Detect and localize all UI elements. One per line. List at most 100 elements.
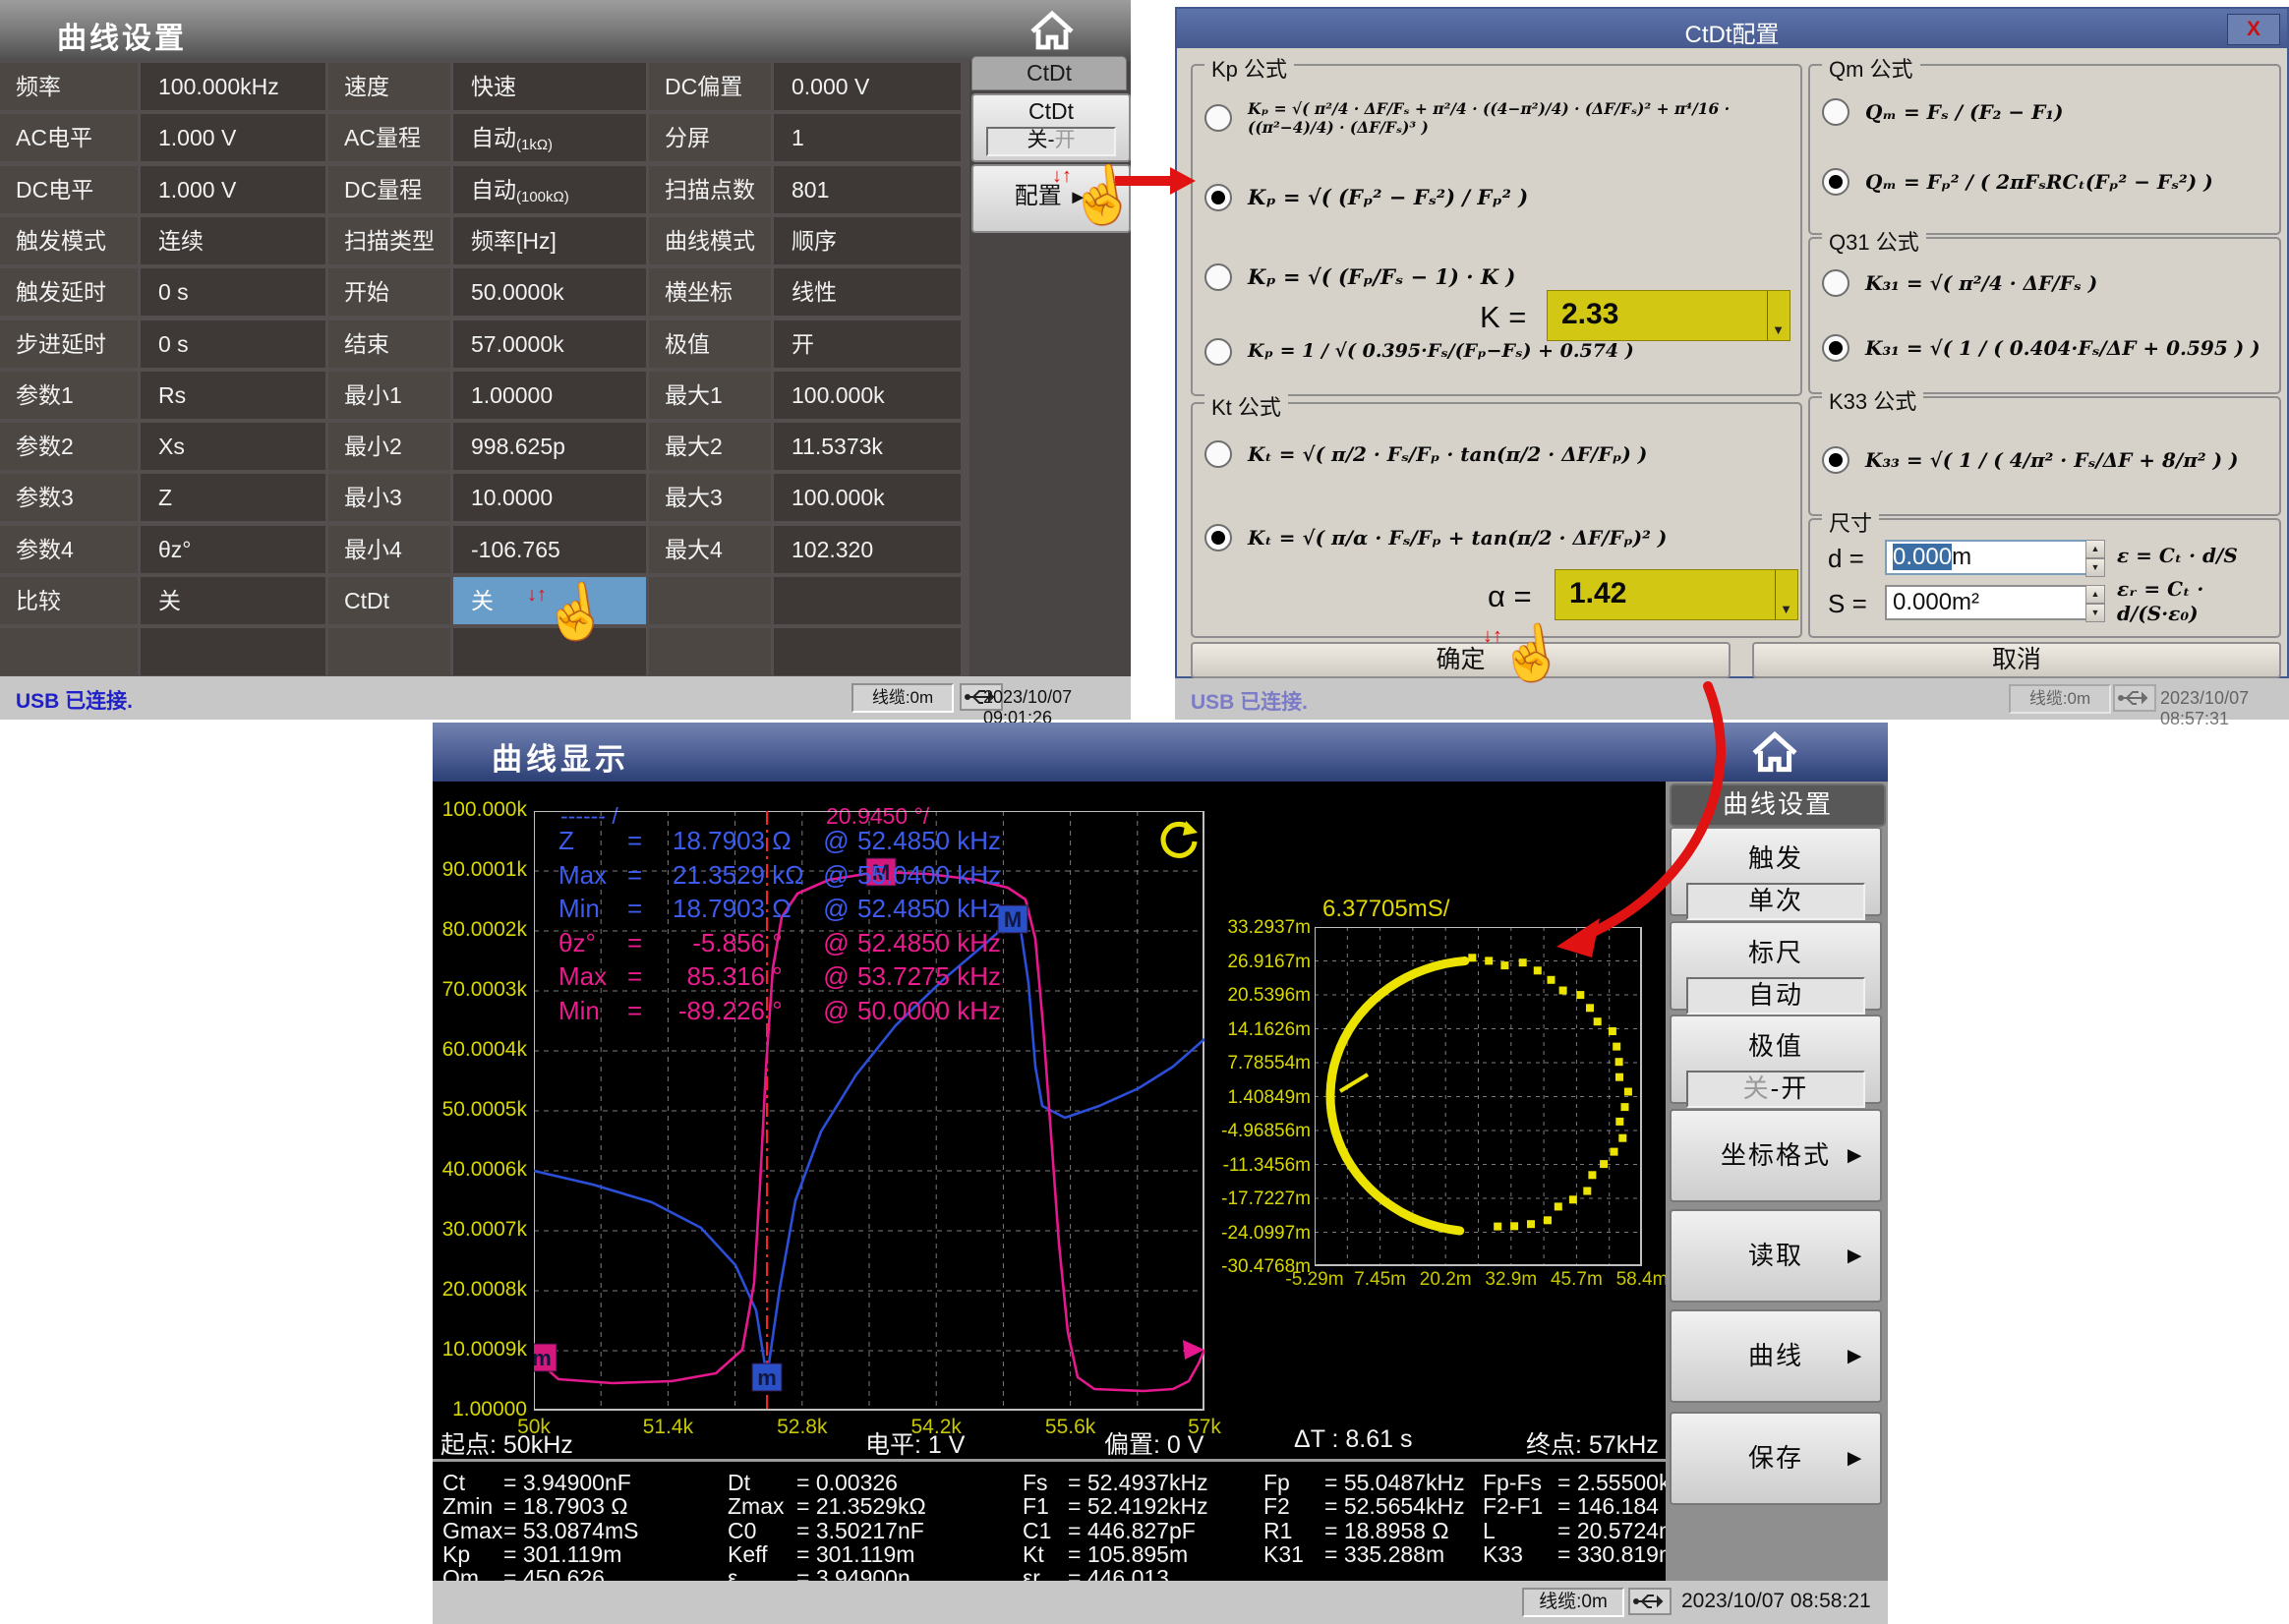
k33-formula-option[interactable]: K₃₃ = √( 1 / ( 4/π² · Fₛ/ΔF + 8/π² ) )	[1822, 426, 2262, 494]
setting-value-cell[interactable]: 线性	[774, 268, 961, 316]
s-input[interactable]: 0.000m²	[1885, 585, 2089, 620]
qm-formula-option[interactable]: Qₘ = Fₚ² / ( 2πFₛRCₜ(Fₚ² − Fₛ²) )	[1822, 148, 2262, 215]
curve-display-screen: 曲线显示 ------ / 20.9450 °/ 100.000k90.0001…	[433, 723, 1888, 1624]
setting-value-cell[interactable]: Z	[141, 474, 325, 521]
sidebar-toggle-3[interactable]: 极值关-开	[1670, 1015, 1882, 1104]
sidebar-toggle-2[interactable]: 标尺自动	[1670, 921, 1882, 1011]
s-stepper[interactable]: ▲▼	[2085, 585, 2105, 620]
setting-value-cell[interactable]: 1.00000	[453, 372, 646, 419]
dialog-titlebar: CtDt配置 X	[1177, 9, 2287, 48]
setting-value-cell[interactable]: 801	[774, 166, 961, 213]
setting-value-cell[interactable]	[774, 577, 961, 624]
setting-value-cell[interactable]: θz°	[141, 526, 325, 573]
setting-value-cell[interactable]: 连续	[141, 217, 325, 264]
result-name: Kp	[442, 1541, 503, 1568]
setting-value-cell[interactable]: 1	[774, 114, 961, 161]
data-point	[1615, 1073, 1623, 1081]
setting-label	[649, 628, 771, 675]
radio-button[interactable]	[1204, 524, 1232, 551]
chevron-down-icon: ▼	[1772, 307, 1785, 354]
setting-value-cell[interactable]: 开	[774, 320, 961, 368]
setting-value-cell[interactable]: 102.320	[774, 526, 961, 573]
result-value: = 21.3529kΩ	[796, 1493, 926, 1519]
home-icon[interactable]	[1028, 10, 1076, 53]
sidebar-menu-坐标格式[interactable]: 坐标格式►	[1670, 1109, 1882, 1202]
setting-value-cell[interactable]	[453, 628, 646, 675]
radio-button[interactable]	[1822, 98, 1849, 126]
setting-value-cell[interactable]: -106.765	[453, 526, 646, 573]
setting-value-cell[interactable]: Rs	[141, 372, 325, 419]
sidebar-menu-曲线[interactable]: 曲线►	[1670, 1309, 1882, 1403]
status-bar: USB 已连接. 线缆:0m 2023/10/07 09:01:26	[0, 676, 1131, 720]
ctdt-toggle-button[interactable]: CtDt 关-开	[971, 93, 1131, 162]
result-cell: Ct= 3.94900nF	[442, 1470, 631, 1496]
radio-button[interactable]	[1822, 334, 1849, 362]
setting-value-cell[interactable]: 100.000kHz	[141, 63, 325, 110]
setting-value-cell[interactable]: 快速	[453, 63, 646, 110]
ok-button[interactable]: 确定	[1191, 642, 1731, 678]
kp-formula-option[interactable]: Kₚ = √( (Fₚ² − Fₛ²) / Fₚ² )	[1204, 162, 1776, 233]
epsilon-r-formula: εᵣ = Cₜ · d/(S·ε₀)	[2117, 577, 2279, 626]
sidebar-item-curve-settings[interactable]: 曲线设置	[1670, 783, 1886, 827]
setting-value-cell[interactable]: 998.625p	[453, 423, 646, 470]
data-point	[1576, 991, 1584, 999]
clock-text: 2023/10/07 08:58:21	[1681, 1590, 1871, 1613]
setting-value-cell[interactable]: 自动(1kΩ)	[453, 114, 646, 161]
result-name: R1	[1263, 1518, 1324, 1544]
setting-value-cell[interactable]: 1.000 V	[141, 114, 325, 161]
setting-value-cell[interactable]: Xs	[141, 423, 325, 470]
radio-button[interactable]	[1822, 168, 1849, 196]
result-value: = 330.819m	[1557, 1541, 1677, 1567]
setting-value-cell[interactable]: 10.0000	[453, 474, 646, 521]
d-input[interactable]: 0.000m	[1885, 540, 2089, 575]
setting-value-cell[interactable]: 0.000 V	[774, 63, 961, 110]
setting-value-cell[interactable]: 50.0000k	[453, 268, 646, 316]
d-stepper[interactable]: ▲▼	[2085, 540, 2105, 575]
cancel-button[interactable]: 取消	[1752, 642, 2281, 678]
radio-button[interactable]	[1204, 440, 1232, 468]
unit-subscript: (100kΩ)	[516, 189, 569, 205]
q31-formula-option[interactable]: K₃₁ = √( π²/4 · ΔF/Fₛ )	[1822, 257, 2262, 310]
kp-formula-option[interactable]: Kₚ = √( π²/4 · ΔF/Fₛ + π²/4 · ((4−π²)/4)…	[1204, 82, 1776, 154]
formula-text: Qₘ = Fₛ / (F₂ − F₁)	[1865, 100, 2064, 125]
setting-value-cell[interactable]	[774, 628, 961, 675]
radio-button[interactable]	[1204, 184, 1232, 211]
data-point	[1594, 1017, 1602, 1025]
radio-button[interactable]	[1822, 269, 1849, 297]
setting-value-cell[interactable]: 关	[141, 577, 325, 624]
setting-value-cell[interactable]: 自动(100kΩ)	[453, 166, 646, 213]
sidebar-menu-读取[interactable]: 读取►	[1670, 1209, 1882, 1303]
close-icon[interactable]: X	[2227, 14, 2280, 45]
data-point	[1548, 976, 1555, 984]
setting-value-cell[interactable]: 100.000k	[774, 474, 961, 521]
setting-value-cell[interactable]: 频率[Hz]	[453, 217, 646, 264]
setting-value-cell[interactable]: 100.000k	[774, 372, 961, 419]
setting-value-cell[interactable]: 0 s	[141, 268, 325, 316]
radio-button[interactable]	[1822, 446, 1849, 474]
alpha-coefficient-combobox[interactable]: 1.42▼	[1555, 569, 1798, 620]
q31-formula-option[interactable]: K₃₁ = √( 1 / ( 0.404·Fₛ/ΔF + 0.595 ) )	[1822, 316, 2262, 380]
home-icon[interactable]	[1750, 730, 1799, 776]
setting-value-cell[interactable]: 11.5373k	[774, 423, 961, 470]
radio-button[interactable]	[1204, 263, 1232, 291]
kt-formula-option[interactable]: Kₜ = √( π/α · Fₛ/Fₚ + tan(π/2 · ΔF/Fₚ)² …	[1204, 500, 1776, 575]
setting-label: CtDt	[328, 577, 450, 624]
setting-label: 曲线模式	[649, 217, 771, 264]
clock-text: 2023/10/07 08:57:31	[2160, 688, 2289, 729]
config-button[interactable]: 配置 ►	[971, 164, 1131, 233]
k-coefficient-combobox[interactable]: 2.33▼	[1547, 290, 1790, 341]
kt-formula-option[interactable]: Kₜ = √( π/2 · Fₛ/Fₚ · tan(π/2 · ΔF/Fₚ) )	[1204, 422, 1776, 487]
setting-value-cell[interactable]: 0 s	[141, 320, 325, 368]
setting-value-cell[interactable]: 1.000 V	[141, 166, 325, 213]
sidebar-menu-保存[interactable]: 保存►	[1670, 1412, 1882, 1505]
setting-value-cell[interactable]: 57.0000k	[453, 320, 646, 368]
setting-value-cell[interactable]	[141, 628, 325, 675]
sidebar-toggle-1[interactable]: 触发单次	[1670, 827, 1882, 916]
setting-value-cell[interactable]: 关	[453, 577, 646, 624]
qm-formula-option[interactable]: Qₘ = Fₛ / (F₂ − F₁)	[1822, 86, 2262, 139]
radio-button[interactable]	[1204, 104, 1232, 132]
dimension-group: 尺寸 d = 0.000m ▲▼ S = 0.000m² ▲▼ ε = Cₜ ·…	[1808, 518, 2281, 638]
state-text: 开	[1781, 1073, 1808, 1103]
radio-button[interactable]	[1204, 338, 1232, 366]
setting-value-cell[interactable]: 顺序	[774, 217, 961, 264]
